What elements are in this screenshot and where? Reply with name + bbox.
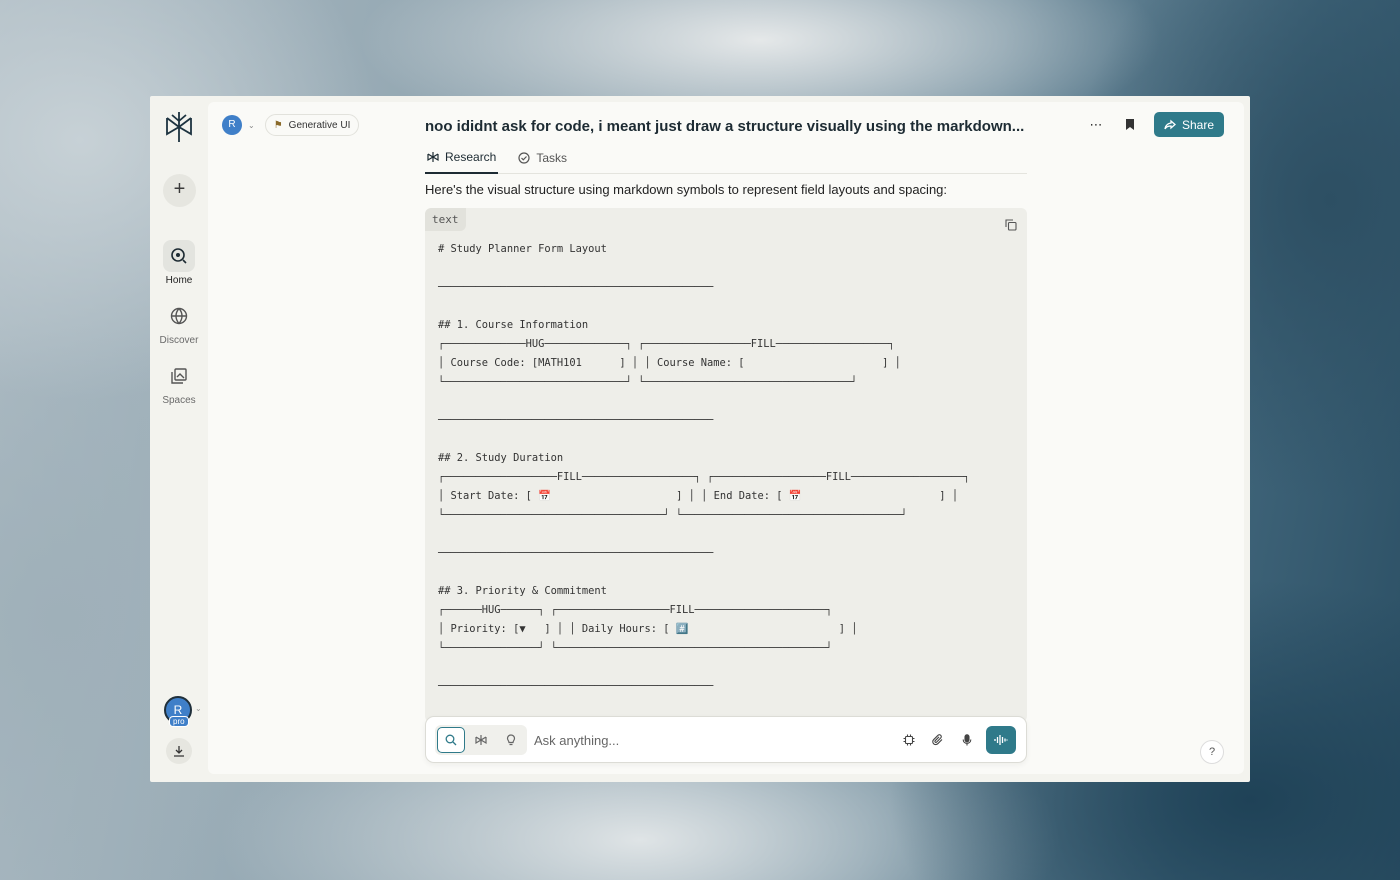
chevron-down-icon[interactable]: ⌄ (248, 121, 255, 130)
help-button[interactable]: ? (1200, 740, 1224, 764)
code-content: # Study Planner Form Layout ────────────… (438, 243, 970, 722)
new-thread-button[interactable]: + (163, 174, 196, 207)
check-circle-icon (518, 152, 530, 164)
pro-badge: pro (169, 716, 189, 727)
rail-item-label: Spaces (162, 395, 196, 406)
spaces-icon (163, 360, 195, 392)
tab-tasks[interactable]: Tasks (516, 142, 569, 174)
lightbulb-icon (506, 734, 516, 746)
research-icon (475, 735, 487, 745)
chevron-down-icon: ⌄ (195, 704, 202, 713)
tab-label: Research (445, 150, 497, 164)
research-icon (427, 152, 439, 162)
user-avatar[interactable]: R (222, 115, 242, 135)
share-button[interactable]: Share (1153, 112, 1224, 137)
answer-intro: Here's the visual structure using markdo… (425, 182, 948, 197)
share-label: Share (1181, 117, 1214, 132)
thread-tabs: Research Tasks (425, 142, 1027, 174)
rail-item-home[interactable]: Home (150, 240, 208, 286)
globe-icon (163, 300, 195, 332)
space-chip-label: Generative UI (288, 119, 351, 131)
header-left: R ⌄ ⚑ Generative UI (222, 114, 360, 136)
tab-research[interactable]: Research (425, 142, 499, 174)
tab-label: Tasks (536, 151, 568, 165)
left-rail: + Home Discover Spaces R pro ⌄ (150, 96, 208, 782)
rail-item-discover[interactable]: Discover (150, 300, 208, 346)
bookmark-icon[interactable] (1120, 115, 1140, 135)
share-icon (1164, 119, 1176, 129)
model-selector-icon[interactable] (899, 726, 919, 754)
composer (425, 716, 1027, 763)
code-block: text # Study Planner Form Layout ───────… (425, 208, 1027, 722)
more-options-icon[interactable]: ⋯ (1086, 115, 1106, 135)
mode-labs-button[interactable] (497, 727, 525, 753)
space-chip[interactable]: ⚑ Generative UI (264, 114, 360, 136)
search-icon (445, 734, 457, 746)
main-panel: R ⌄ ⚑ Generative UI noo ididnt ask for c… (208, 102, 1244, 774)
copy-icon[interactable] (1005, 218, 1017, 236)
code-language-label: text (425, 208, 466, 231)
perplexity-logo-icon[interactable] (164, 110, 194, 144)
download-button[interactable] (166, 738, 192, 764)
download-icon (174, 746, 184, 757)
header-actions: ⋯ Share (1086, 112, 1224, 137)
app-window: + Home Discover Spaces R pro ⌄ R ⌄ ⚑ Gen… (150, 96, 1250, 782)
thread-title: noo ididnt ask for code, i meant just dr… (425, 118, 1025, 135)
account-menu[interactable]: R pro ⌄ (164, 696, 204, 730)
microphone-icon[interactable] (957, 726, 977, 754)
ask-input[interactable] (534, 729, 874, 751)
voice-mode-button[interactable] (986, 726, 1016, 754)
mode-search-button[interactable] (437, 727, 465, 753)
composer-actions (899, 726, 1016, 754)
search-icon (163, 240, 195, 272)
mode-research-button[interactable] (467, 727, 495, 753)
rail-item-label: Home (165, 275, 193, 286)
rail-item-spaces[interactable]: Spaces (150, 360, 208, 406)
waveform-icon (994, 735, 1008, 745)
search-mode-group (435, 725, 527, 755)
rail-item-label: Discover (159, 335, 199, 346)
attach-icon[interactable] (928, 726, 948, 754)
space-icon: ⚑ (273, 119, 283, 131)
